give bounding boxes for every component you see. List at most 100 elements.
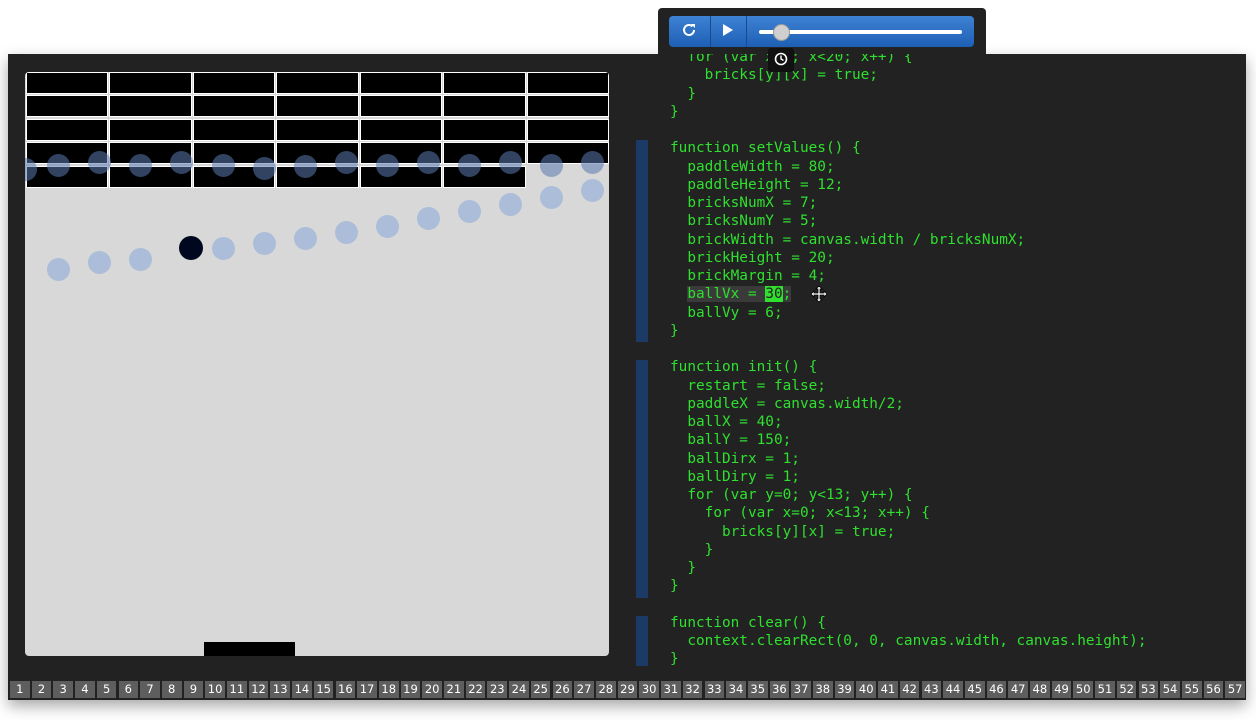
gutter-marker-init[interactable] xyxy=(636,360,648,598)
scrub-number[interactable]: 30 xyxy=(765,286,783,303)
timeline-tick[interactable]: 1 xyxy=(10,680,30,698)
code-line[interactable]: ballVy = 6; xyxy=(670,304,782,322)
timeline-tick[interactable]: 50 xyxy=(1073,680,1094,698)
timeline-tick[interactable]: 10 xyxy=(205,680,225,698)
timeline-slider-thumb[interactable] xyxy=(773,24,791,41)
code-line[interactable]: ballX = 40; xyxy=(670,413,782,431)
timeline-tick[interactable]: 8 xyxy=(161,680,182,698)
code-line[interactable]: brickHeight = 20; xyxy=(670,249,834,267)
timeline-tick[interactable]: 5 xyxy=(96,680,117,698)
timeline-tick[interactable]: 36 xyxy=(769,680,790,698)
timeline-tick[interactable]: 31 xyxy=(661,680,681,698)
timeline-tick[interactable]: 52 xyxy=(1116,680,1137,698)
code-line[interactable]: function clear() { xyxy=(670,614,826,632)
timeline-tick[interactable]: 42 xyxy=(899,680,920,698)
paddle[interactable] xyxy=(204,642,295,656)
play-button[interactable] xyxy=(711,16,745,47)
timeline-tick[interactable]: 23 xyxy=(487,680,508,698)
ghost-ball xyxy=(47,258,70,281)
code-line[interactable]: ballDirx = 1; xyxy=(670,450,800,468)
refresh-button[interactable] xyxy=(669,16,709,47)
code-line[interactable]: } xyxy=(670,322,679,340)
timeline-tick[interactable]: 34 xyxy=(726,680,746,698)
code-line[interactable]: for (var x=0; x<13; x++) { xyxy=(670,504,930,522)
timeline-tick[interactable]: 25 xyxy=(530,680,551,698)
code-line[interactable]: } xyxy=(670,103,679,121)
timeline-tick[interactable]: 54 xyxy=(1160,680,1180,698)
gutter-marker-clear[interactable] xyxy=(636,616,648,666)
code-line[interactable]: } xyxy=(670,85,696,103)
timeline-tick[interactable]: 15 xyxy=(313,680,334,698)
timeline-tick[interactable]: 9 xyxy=(183,680,204,698)
timeline-tick[interactable]: 39 xyxy=(834,680,855,698)
timeline-tick[interactable]: 26 xyxy=(552,680,573,698)
timeline-tick[interactable]: 12 xyxy=(248,680,269,698)
code-line[interactable]: paddleWidth = 80; xyxy=(670,158,834,176)
timeline-tick[interactable]: 44 xyxy=(943,680,963,698)
code-line[interactable]: for (var y=0; y<13; y++) { xyxy=(670,486,912,504)
code-line[interactable]: function init() { xyxy=(670,358,817,376)
timeline-tick[interactable]: 20 xyxy=(422,680,442,698)
timeline-tick[interactable]: 38 xyxy=(813,680,833,698)
timeline-tick[interactable]: 19 xyxy=(400,680,421,698)
timeline-tick[interactable]: 32 xyxy=(682,680,703,698)
code-line[interactable]: bricksNumX = 7; xyxy=(670,194,817,212)
timeline-tick[interactable]: 14 xyxy=(292,680,312,698)
code-line[interactable]: restart = false; xyxy=(670,377,826,395)
timeline-tick[interactable]: 4 xyxy=(75,680,95,698)
code-line[interactable]: paddleHeight = 12; xyxy=(670,176,843,194)
timeline-tick[interactable]: 16 xyxy=(335,680,356,698)
gutter-marker-setvalues[interactable] xyxy=(636,140,648,342)
timeline-tick[interactable]: 11 xyxy=(227,680,247,698)
timer-badge[interactable] xyxy=(768,48,794,72)
timeline-tick[interactable]: 33 xyxy=(704,680,725,698)
timeline-tick[interactable]: 53 xyxy=(1138,680,1159,698)
code-line[interactable]: bricksNumY = 5; xyxy=(670,212,817,230)
timeline-tick[interactable]: 21 xyxy=(444,680,464,698)
timeline-tick[interactable]: 49 xyxy=(1051,680,1072,698)
ghost-ball xyxy=(129,154,152,177)
code-line[interactable]: function setValues() { xyxy=(670,139,861,157)
timeline-tick[interactable]: 56 xyxy=(1203,680,1224,698)
selected-code[interactable]: ballVx = xyxy=(687,286,766,303)
code-line[interactable]: } xyxy=(670,541,714,559)
timeline-tick[interactable]: 13 xyxy=(270,680,291,698)
timeline-tick[interactable]: 17 xyxy=(357,680,377,698)
timeline-tick[interactable]: 57 xyxy=(1225,680,1245,698)
code-line[interactable]: ballDiry = 1; xyxy=(670,468,800,486)
code-line[interactable]: ballY = 150; xyxy=(670,431,791,449)
timeline-tick[interactable]: 30 xyxy=(639,680,659,698)
timeline-tick[interactable]: 28 xyxy=(595,680,616,698)
code-line[interactable]: brickMargin = 4; xyxy=(670,267,826,285)
timeline-tick[interactable]: 47 xyxy=(1008,680,1028,698)
timeline-tick[interactable]: 27 xyxy=(574,680,594,698)
code-line[interactable]: brickWidth = canvas.width / bricksNumX; xyxy=(670,231,1025,249)
code-line[interactable]: context.clearRect(0, 0, canvas.width, ca… xyxy=(670,632,1146,650)
timeline-tick[interactable]: 40 xyxy=(856,680,877,698)
code-line[interactable]: ballVx = 30; xyxy=(670,285,792,303)
timeline-tick[interactable]: 35 xyxy=(747,680,768,698)
timeline-tick[interactable]: 18 xyxy=(378,680,399,698)
code-line[interactable]: } xyxy=(670,559,696,577)
timeline-tick[interactable]: 43 xyxy=(921,680,942,698)
timeline-tick[interactable]: 55 xyxy=(1181,680,1202,698)
code-editor[interactable]: for (var x=0; x<20; x++) { bricks[y][x] … xyxy=(670,54,1246,666)
timeline-tick[interactable]: 41 xyxy=(878,680,898,698)
timeline-tick[interactable]: 29 xyxy=(617,680,638,698)
timeline-tick[interactable]: 45 xyxy=(964,680,985,698)
timeline-tick[interactable]: 2 xyxy=(31,680,52,698)
timeline-tick[interactable]: 48 xyxy=(1030,680,1050,698)
timeline-tick[interactable]: 37 xyxy=(791,680,811,698)
timeline-tick[interactable]: 51 xyxy=(1095,680,1115,698)
code-line[interactable]: } xyxy=(670,650,679,666)
timeline-tick[interactable]: 24 xyxy=(509,680,529,698)
timeline-tick[interactable]: 7 xyxy=(140,680,160,698)
timeline-tick[interactable]: 22 xyxy=(465,680,486,698)
timeline-tick[interactable]: 3 xyxy=(53,680,73,698)
timeline-tick[interactable]: 6 xyxy=(118,680,139,698)
code-line[interactable]: paddleX = canvas.width/2; xyxy=(670,395,904,413)
code-line[interactable]: bricks[y][x] = true; xyxy=(670,523,895,541)
game-canvas[interactable] xyxy=(25,72,609,656)
timeline-tick[interactable]: 46 xyxy=(986,680,1007,698)
code-line[interactable]: } xyxy=(670,577,679,595)
